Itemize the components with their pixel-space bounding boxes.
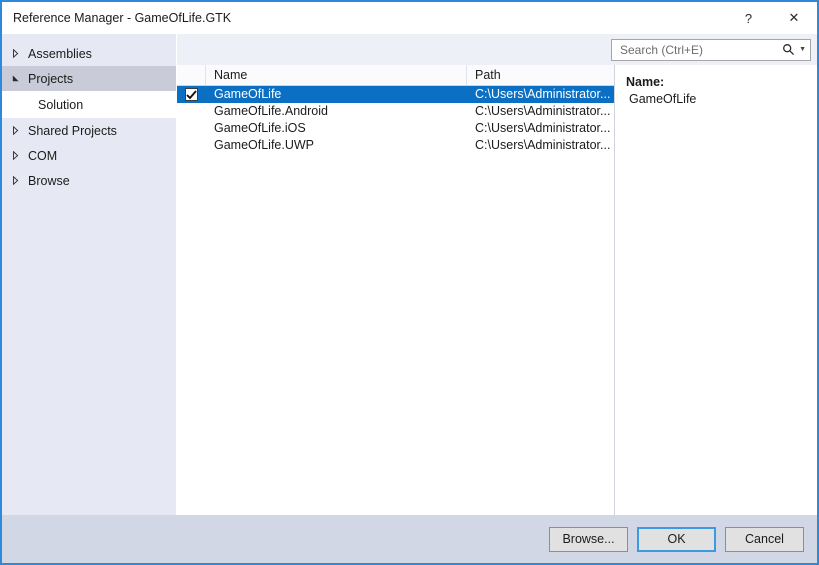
sidebar-item-projects[interactable]: Projects [2,66,176,91]
row-path: C:\Users\Administrator... [475,138,611,152]
checkbox-checked-icon[interactable] [185,88,198,101]
sidebar-item-solution[interactable]: Solution [2,91,176,118]
cancel-button[interactable]: Cancel [725,526,804,552]
column-header-row: Name Path [177,65,614,86]
table-row[interactable]: GameOfLife C:\Users\Administrator... [177,86,614,103]
row-name: GameOfLife.iOS [214,121,306,135]
sidebar-item-label: Solution [38,97,84,112]
row-path: C:\Users\Administrator... [475,87,611,101]
chevron-right-icon [12,176,25,185]
row-checkbox-cell[interactable] [177,88,206,101]
row-name: GameOfLife.Android [214,104,328,118]
search-icon[interactable] [782,43,795,56]
reference-rows: GameOfLife C:\Users\Administrator... Gam… [177,86,614,515]
column-header-check[interactable] [177,65,206,85]
close-button[interactable]: ✕ [771,2,817,34]
category-sidebar: Assemblies Projects Solution Shared Proj… [2,34,176,515]
chevron-right-icon [12,151,25,160]
sidebar-item-assemblies[interactable]: Assemblies [2,41,176,66]
detail-panel: Name: GameOfLife [614,65,817,515]
sidebar-item-shared-projects[interactable]: Shared Projects [2,118,176,143]
ok-button[interactable]: OK [637,526,716,552]
row-name: GameOfLife [214,87,282,101]
dialog-footer: Browse... OK Cancel [2,515,817,563]
sidebar-item-label: Assemblies [28,46,92,61]
list-and-detail: Name Path GameOfLife C:\Users\Administra [177,65,817,515]
table-row[interactable]: GameOfLife.UWP C:\Users\Administrator... [177,137,614,154]
table-row[interactable]: GameOfLife.iOS C:\Users\Administrator... [177,120,614,137]
sidebar-item-label: Shared Projects [28,123,117,138]
chevron-down-icon[interactable]: ▼ [799,46,806,53]
search-input[interactable] [618,41,783,58]
sidebar-item-label: Browse [28,173,70,188]
browse-button[interactable]: Browse... [549,526,628,552]
table-row[interactable]: GameOfLife.Android C:\Users\Administrato… [177,103,614,120]
detail-name-label: Name: [626,75,665,89]
search-bar: ▼ [177,34,817,65]
search-box[interactable]: ▼ [611,38,811,61]
row-path: C:\Users\Administrator... [475,104,611,118]
row-path: C:\Users\Administrator... [475,121,611,135]
row-name: GameOfLife.UWP [214,138,315,152]
title-bar-buttons: ? ✕ [726,2,817,34]
column-header-name[interactable]: Name [206,65,467,85]
detail-name-value: GameOfLife [629,92,697,106]
reference-browser: ▼ Name Path [176,34,817,515]
sidebar-item-label: COM [28,148,58,163]
reference-manager-dialog: Reference Manager - GameOfLife.GTK ? ✕ A… [0,0,819,565]
sidebar-item-com[interactable]: COM [2,143,176,168]
chevron-right-icon [12,126,25,135]
column-header-path[interactable]: Path [467,65,614,85]
title-bar: Reference Manager - GameOfLife.GTK ? ✕ [2,2,817,34]
help-button[interactable]: ? [726,2,771,34]
reference-list: Name Path GameOfLife C:\Users\Administra [177,65,614,515]
dialog-title: Reference Manager - GameOfLife.GTK [13,11,232,25]
sidebar-item-label: Projects [28,71,74,86]
sidebar-item-browse[interactable]: Browse [2,168,176,193]
dialog-body: Assemblies Projects Solution Shared Proj… [2,34,817,515]
chevron-down-icon [12,74,25,83]
chevron-right-icon [12,49,25,58]
